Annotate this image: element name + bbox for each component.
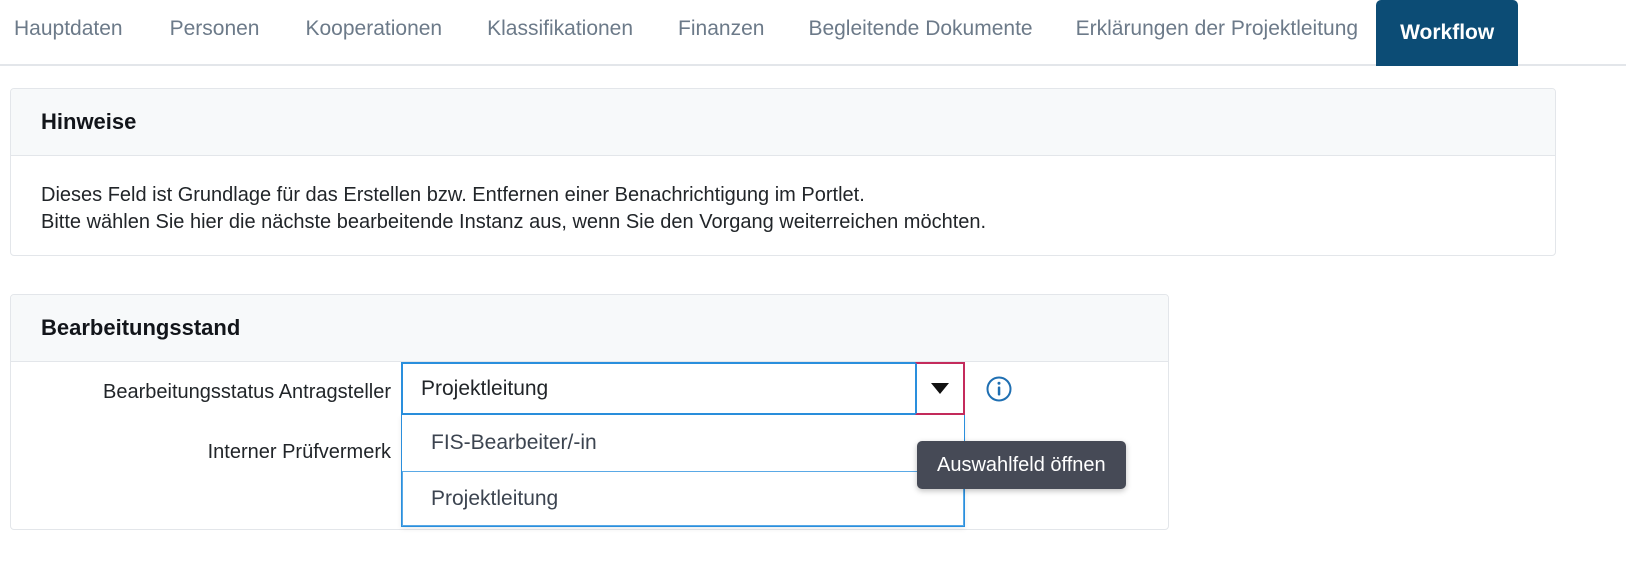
tab-begleitende-dokumente[interactable]: Begleitende Dokumente <box>808 0 1032 39</box>
tab-workflow[interactable]: Workflow <box>1376 0 1519 66</box>
dropdown-option-projektleitung[interactable]: Projektleitung <box>402 470 964 526</box>
tab-hauptdaten[interactable]: Hauptdaten <box>14 0 123 39</box>
bearbeitungsstand-panel-header: Bearbeitungsstand <box>11 295 1168 363</box>
tab-klassifikationen[interactable]: Klassifikationen <box>487 0 633 39</box>
tab-kooperationen[interactable]: Kooperationen <box>306 0 443 39</box>
hinweise-panel-body: Dieses Feld ist Grundlage für das Erstel… <box>11 156 1555 257</box>
bearbeitungsstand-panel-body: Bearbeitungsstatus Antragsteller Projekt… <box>11 362 1168 527</box>
tab-erklaerungen-der-projektleitung[interactable]: Erklärungen der Projektleitung <box>1076 0 1359 39</box>
form-row-bearbeitungsstatus: Bearbeitungsstatus Antragsteller Projekt… <box>11 362 1168 527</box>
main-tab-bar: Hauptdaten Personen Kooperationen Klassi… <box>0 0 1626 66</box>
dropdown-option-fis-bearbeiter[interactable]: FIS-Bearbeiter/-in <box>402 415 964 470</box>
bearbeitungsstatus-input[interactable] <box>403 364 915 414</box>
dropdown-toggle-button[interactable] <box>915 362 965 416</box>
chevron-down-icon <box>931 383 949 395</box>
label-interner-pruefvermerk: Interner Prüfvermerk <box>207 441 391 464</box>
bearbeitungsstand-panel: Bearbeitungsstand Bearbeitungsstatus Ant… <box>10 294 1169 530</box>
hinweise-panel-header: Hinweise <box>11 89 1555 157</box>
tab-finanzen[interactable]: Finanzen <box>678 0 764 39</box>
hinweise-body-text: Dieses Feld ist Grundlage für das Erstel… <box>41 184 987 233</box>
label-bearbeitungsstatus-antragsteller: Bearbeitungsstatus Antragsteller <box>103 381 391 404</box>
bearbeitungsstand-title: Bearbeitungsstand <box>41 315 241 340</box>
bearbeitungsstatus-combobox[interactable] <box>401 362 965 416</box>
bearbeitungsstatus-dropdown-list[interactable]: FIS-Bearbeiter/-in Projektleitung <box>401 415 965 527</box>
hinweise-panel: Hinweise Dieses Feld ist Grundlage für d… <box>10 88 1556 256</box>
tab-personen[interactable]: Personen <box>170 0 260 39</box>
dropdown-button-tooltip: Auswahlfeld öffnen <box>917 441 1126 489</box>
info-circle-icon[interactable] <box>986 376 1012 402</box>
hinweise-title: Hinweise <box>41 109 137 134</box>
